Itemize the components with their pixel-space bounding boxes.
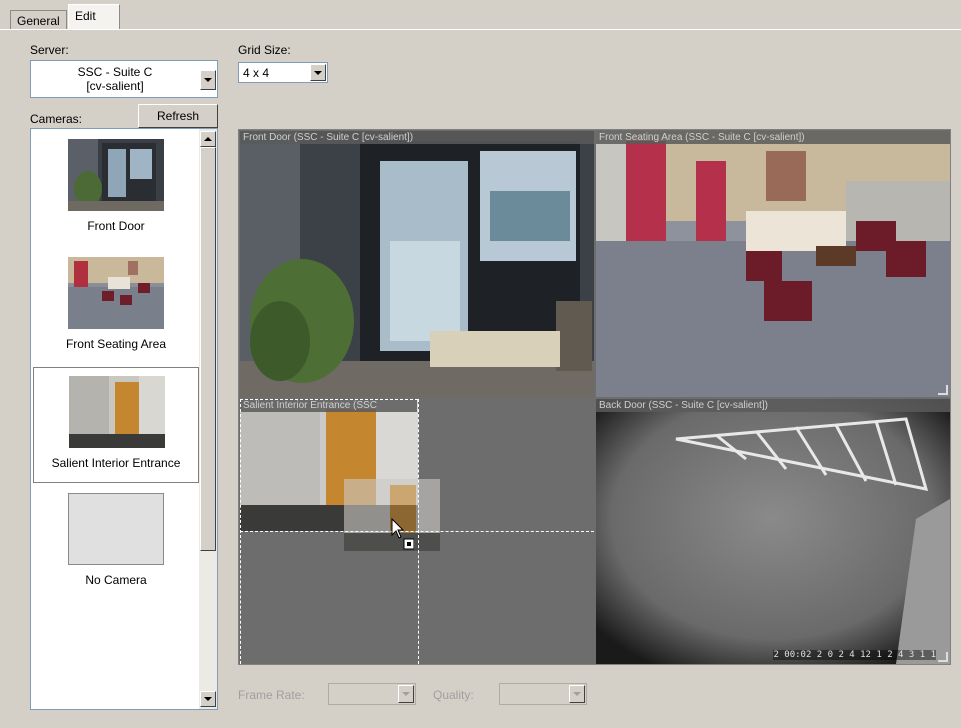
server-value-name: SSC - Suite C — [77, 65, 153, 79]
camera-name: Front Door — [87, 219, 145, 233]
scrollbar-thumb[interactable] — [200, 147, 216, 551]
grid-size-select[interactable]: 4 x 4 — [238, 62, 328, 83]
resize-grip-icon[interactable] — [938, 385, 948, 395]
tab-general[interactable]: General — [10, 10, 67, 30]
camera-name: Front Seating Area — [65, 337, 167, 351]
camera-name: No Camera — [85, 573, 147, 587]
video-grid[interactable]: Front Door (SSC - Suite C [cv-salient]) … — [238, 129, 951, 665]
camera-thumbnail-empty — [68, 493, 164, 565]
video-tile-title: Front Door (SSC - Suite C [cv-salient]) — [240, 131, 594, 144]
front-door-video — [240, 131, 594, 397]
refresh-button[interactable]: Refresh — [138, 104, 218, 128]
camera-item-front-door[interactable]: Front Door — [33, 131, 199, 247]
drop-target-outline — [240, 399, 418, 400]
grid-size-label: Grid Size: — [238, 43, 291, 57]
drop-target-divider — [240, 531, 594, 532]
server-select[interactable]: SSC - Suite C [cv-salient] — [30, 60, 218, 98]
server-label: Server: — [30, 43, 69, 57]
dropdown-arrow-icon[interactable] — [310, 64, 326, 81]
video-tile-salient-interior-entrance[interactable]: Salient Interior Entrance (SSC — [240, 399, 594, 664]
video-tile-title: Salient Interior Entrance (SSC — [240, 399, 417, 412]
frame-rate-label: Frame Rate: — [238, 688, 305, 702]
camera-thumbnail-salient-interior-entrance — [69, 376, 165, 448]
camera-list-scrollbar[interactable] — [199, 129, 217, 709]
tab-divider — [0, 29, 961, 30]
server-value-host: [cv-salient] — [86, 79, 144, 93]
quality-select[interactable] — [499, 683, 587, 705]
scroll-up-icon[interactable] — [200, 131, 216, 147]
camera-thumbnail-front-seating-area — [68, 257, 164, 329]
video-tile-front-seating-area[interactable]: Front Seating Area (SSC - Suite C [cv-sa… — [596, 131, 950, 397]
timestamp-overlay: 2 00:02 2 0 2 4 12 1 2 4 3 1 1 — [773, 650, 936, 660]
quality-label: Quality: — [433, 688, 474, 702]
tab-edit[interactable]: Edit — [68, 4, 120, 30]
video-tile-front-door[interactable]: Front Door (SSC - Suite C [cv-salient]) — [240, 131, 594, 397]
camera-item-front-seating-area[interactable]: Front Seating Area — [33, 249, 199, 365]
camera-item-salient-interior-entrance[interactable]: Salient Interior Entrance — [33, 367, 199, 483]
camera-list[interactable]: Front Door Front Seating Area Salient In… — [30, 128, 218, 710]
resize-grip-icon[interactable] — [938, 652, 948, 662]
camera-thumbnail-front-door — [68, 139, 164, 211]
dropdown-arrow-icon[interactable] — [569, 685, 585, 703]
camera-name: Salient Interior Entrance — [51, 456, 181, 470]
video-tile-title: Front Seating Area (SSC - Suite C [cv-sa… — [596, 131, 950, 144]
video-tile-title: Back Door (SSC - Suite C [cv-salient]) — [596, 399, 950, 412]
scroll-down-icon[interactable] — [200, 691, 216, 707]
back-door-video — [596, 399, 950, 664]
grid-size-value: 4 x 4 — [243, 66, 270, 80]
front-seating-area-video — [596, 131, 950, 397]
dropdown-arrow-icon[interactable] — [398, 685, 414, 703]
frame-rate-select[interactable] — [328, 683, 416, 705]
camera-item-no-camera[interactable]: No Camera — [33, 485, 199, 601]
tab-strip: General Edit — [0, 0, 961, 30]
video-tile-back-door[interactable]: Back Door (SSC - Suite C [cv-salient]) 2… — [596, 399, 950, 664]
dropdown-arrow-icon[interactable] — [200, 70, 216, 90]
cameras-label: Cameras: — [30, 112, 83, 126]
move-cursor-icon — [391, 517, 414, 550]
